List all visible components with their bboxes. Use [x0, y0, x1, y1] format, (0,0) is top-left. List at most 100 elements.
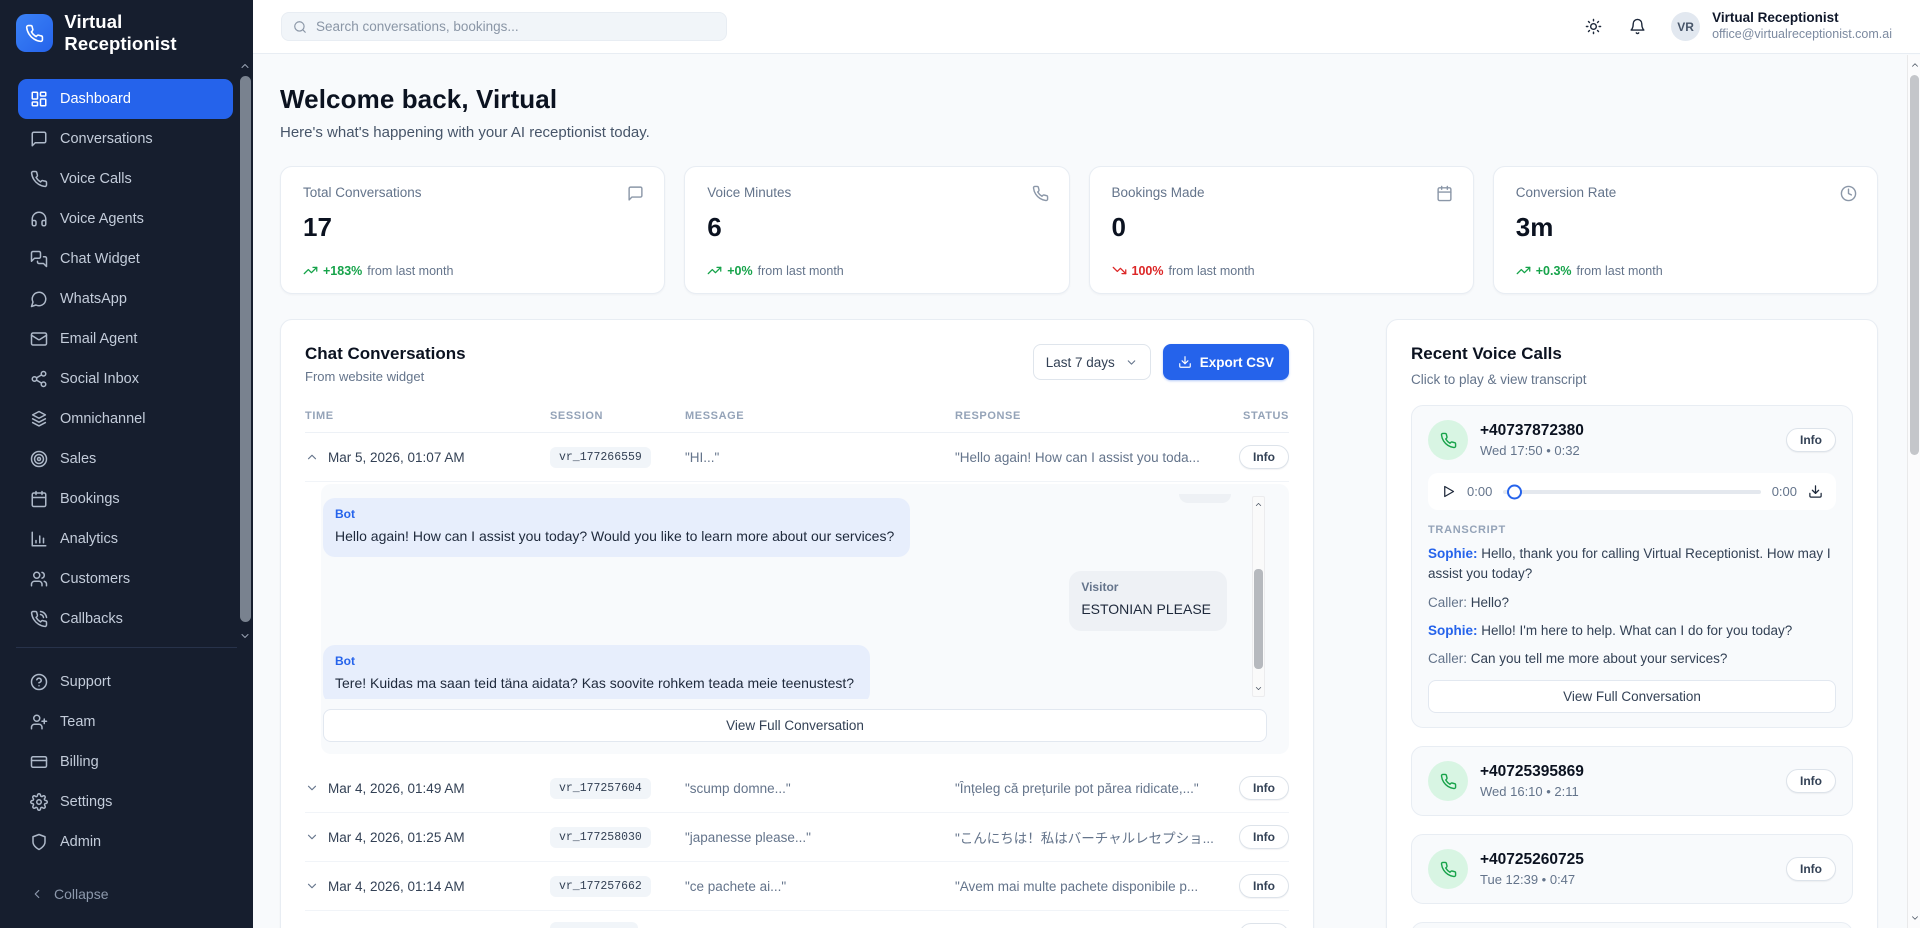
sidebar-item[interactable]: Voice Calls	[18, 159, 233, 199]
stat-delta-value: 100%	[1132, 264, 1164, 278]
sidebar-item[interactable]: Conversations	[18, 119, 233, 159]
sidebar-item[interactable]: Omnichannel	[18, 399, 233, 439]
chevron-down-icon[interactable]	[305, 781, 319, 795]
collapse-button[interactable]: Collapse	[18, 876, 235, 912]
conversation-row[interactable]: Mar 4, 2026, 01:14 AM vr_177257662 "ce p…	[305, 862, 1289, 911]
sidebar: Virtual Receptionist Dashboard Conversat…	[0, 0, 253, 928]
view-full-conversation-button[interactable]: View Full Conversation	[1428, 680, 1836, 713]
main-content: Welcome back, Virtual Here's what's happ…	[253, 54, 1907, 928]
call-avatar	[1428, 849, 1468, 889]
message-circle-icon	[30, 290, 48, 308]
table-header: TIME SESSION MESSAGE RESPONSE STATUS	[305, 410, 1289, 433]
sidebar-item[interactable]: Admin	[18, 822, 233, 862]
conversation-row[interactable]: Mar 5, 2026, 01:07 AM vr_177266559 "HI..…	[305, 433, 1289, 482]
sidebar-item[interactable]: Analytics	[18, 519, 233, 559]
column-header-response: RESPONSE	[955, 410, 1233, 422]
messages-square-icon	[30, 250, 48, 268]
sidebar-item[interactable]: Callbacks	[18, 599, 233, 639]
sidebar-item[interactable]: Chat Widget	[18, 239, 233, 279]
avatar[interactable]: VR	[1671, 12, 1700, 41]
player-thumb[interactable]	[1507, 484, 1522, 499]
chat-message: Visitor ESTONIAN PLEASE	[321, 571, 1241, 630]
voice-call-card[interactable]	[1411, 922, 1853, 928]
sidebar-item[interactable]: Billing	[18, 742, 233, 782]
chat-panel-title: Chat Conversations	[305, 344, 466, 364]
sidebar-item[interactable]: Support	[18, 662, 233, 702]
info-button[interactable]: Info	[1786, 428, 1836, 452]
date-range-value: Last 7 days	[1046, 355, 1115, 370]
sidebar-item[interactable]: WhatsApp	[18, 279, 233, 319]
sidebar-item-label: Dashboard	[60, 91, 131, 107]
user-menu[interactable]: Virtual Receptionist office@virtualrecep…	[1712, 10, 1892, 43]
page-subtitle: Here's what's happening with your AI rec…	[280, 124, 1878, 141]
notifications-button[interactable]	[1621, 11, 1653, 43]
chevron-down-icon[interactable]	[305, 830, 319, 844]
stat-value: 3m	[1516, 212, 1855, 243]
info-button[interactable]: Info	[1239, 874, 1289, 898]
layout-grid-icon	[30, 90, 48, 108]
message-text: Tere! Kuidas ma saan teid täna aidata? K…	[335, 673, 854, 693]
audio-player: 0:00 0:00	[1428, 473, 1836, 510]
row-message: "HI..."	[685, 450, 955, 465]
row-time: Mar 4, 2026, 01:14 AM	[328, 879, 465, 894]
sidebar-item[interactable]: Bookings	[18, 479, 233, 519]
stat-delta-suffix: from last month	[758, 264, 844, 278]
player-track[interactable]	[1503, 490, 1760, 494]
scroll-down-icon[interactable]	[1909, 912, 1920, 924]
stat-delta: +183% from last month	[303, 263, 453, 278]
sidebar-item[interactable]: Team	[18, 702, 233, 742]
sidebar-item[interactable]: Email Agent	[18, 319, 233, 359]
chat-scrollbar-thumb[interactable]	[1254, 569, 1263, 669]
export-csv-button[interactable]: Export CSV	[1163, 344, 1289, 380]
mail-icon	[30, 330, 48, 348]
info-button[interactable]: Info	[1786, 857, 1836, 881]
sidebar-scroll-up-icon[interactable]	[239, 60, 251, 72]
sidebar-item[interactable]: Customers	[18, 559, 233, 599]
sidebar-item[interactable]: Voice Agents	[18, 199, 233, 239]
sidebar-item[interactable]: Social Inbox	[18, 359, 233, 399]
info-button[interactable]: Info	[1239, 923, 1289, 928]
stats-row: Total Conversations 17 +183% from last m…	[280, 166, 1878, 294]
sidebar-item-label: WhatsApp	[60, 291, 127, 307]
download-icon[interactable]	[1808, 484, 1823, 499]
conversation-row[interactable]: Mar 4, 2026, 01:49 AM vr_177257604 "scum…	[305, 764, 1289, 813]
conversation-row[interactable]: Mar 4, 2026, 01:25 AM vr_177258030 "japa…	[305, 813, 1289, 862]
transcript-speaker: Sophie:	[1428, 623, 1478, 638]
play-icon[interactable]	[1441, 484, 1456, 499]
sidebar-item[interactable]: Settings	[18, 782, 233, 822]
info-button[interactable]: Info	[1239, 445, 1289, 469]
info-button[interactable]: Info	[1239, 776, 1289, 800]
info-button[interactable]: Info	[1239, 825, 1289, 849]
sidebar-item-label: Settings	[60, 794, 112, 810]
transcript-line: Caller: Can you tell me more about your …	[1428, 649, 1836, 669]
stat-label: Bookings Made	[1112, 185, 1451, 200]
calendar-icon	[30, 490, 48, 508]
sidebar-item[interactable]: Sales	[18, 439, 233, 479]
voice-call-card[interactable]: +40725395869 Wed 16:10 • 2:11 Info	[1411, 746, 1853, 816]
voice-panel-title: Recent Voice Calls	[1411, 344, 1853, 364]
sidebar-item-label: Callbacks	[60, 611, 123, 627]
sidebar-item-label: Customers	[60, 571, 130, 587]
info-button[interactable]: Info	[1786, 769, 1836, 793]
scroll-down-icon[interactable]	[1253, 683, 1264, 694]
sidebar-item-label: Social Inbox	[60, 371, 139, 387]
main-scrollbar-thumb[interactable]	[1910, 75, 1919, 455]
conversation-row[interactable]: Info	[305, 911, 1289, 928]
scroll-up-icon[interactable]	[1909, 59, 1920, 71]
date-range-select[interactable]: Last 7 days	[1033, 344, 1151, 380]
sidebar-divider	[16, 647, 237, 648]
voice-call-card[interactable]: +40737872380 Wed 17:50 • 0:32 Info 0:00	[1411, 405, 1853, 728]
view-full-conversation-button[interactable]: View Full Conversation	[323, 709, 1267, 742]
page-title: Welcome back, Virtual	[280, 84, 1878, 115]
sidebar-item-label: Bookings	[60, 491, 120, 507]
sidebar-scroll-down-icon[interactable]	[239, 630, 251, 642]
search-input[interactable]	[316, 19, 715, 34]
scroll-up-icon[interactable]	[1253, 499, 1264, 510]
sidebar-item[interactable]: Dashboard	[18, 79, 233, 119]
sidebar-footer-nav: Support Team Billing Settings Admin	[0, 654, 253, 862]
voice-call-card[interactable]: +40725260725 Tue 12:39 • 0:47 Info	[1411, 834, 1853, 904]
chevron-down-icon[interactable]	[305, 879, 319, 893]
sidebar-scrollbar-thumb[interactable]	[240, 76, 251, 622]
theme-toggle-button[interactable]	[1577, 11, 1609, 43]
chevron-up-icon[interactable]	[305, 450, 319, 464]
